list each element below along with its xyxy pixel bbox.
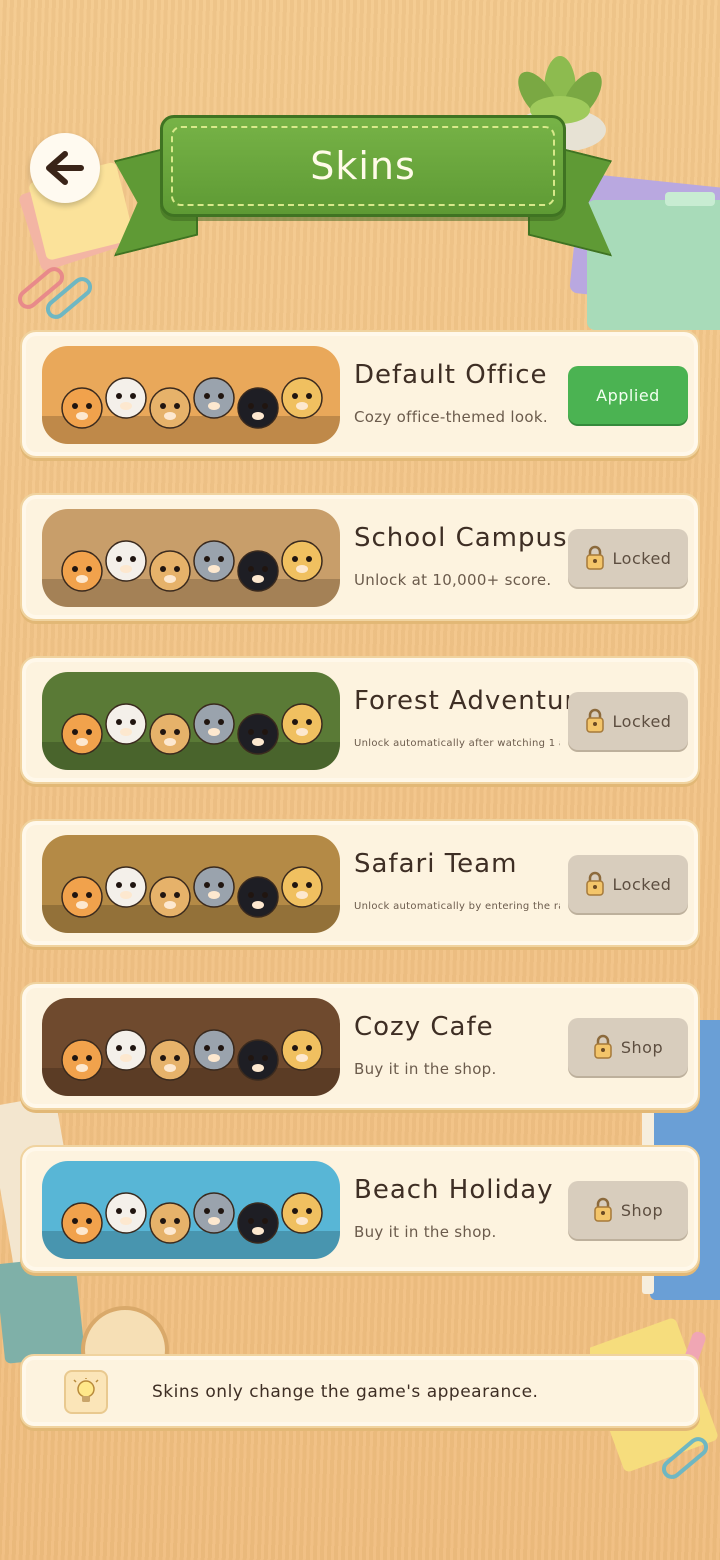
skin-title: Cozy Cafe	[354, 1012, 494, 1042]
tip-text: Skins only change the game's appearance.	[152, 1382, 539, 1402]
coin-decoration	[81, 1306, 169, 1360]
skin-title: Beach Holiday	[354, 1175, 554, 1205]
lock-icon	[594, 1197, 612, 1222]
skin-card[interactable]: Beach Holiday Buy it in the shop. Shop	[20, 1145, 700, 1273]
title-banner: Skins	[160, 115, 566, 217]
skin-thumbnail	[42, 509, 340, 607]
skin-description: Unlock automatically by entering the ran…	[354, 901, 560, 912]
locked-button[interactable]: Locked	[568, 692, 688, 750]
page-title: Skins	[310, 144, 416, 188]
skin-description: Buy it in the shop.	[354, 1223, 497, 1241]
skin-description: Unlock automatically after watching 1 ad…	[354, 738, 560, 749]
skin-thumbnail	[42, 346, 340, 444]
skin-description: Buy it in the shop.	[354, 1060, 497, 1078]
locked-button[interactable]: Locked	[568, 855, 688, 913]
lightbulb-icon	[64, 1370, 108, 1414]
shop-button[interactable]: Shop	[568, 1018, 688, 1076]
skin-title: Safari Team	[354, 849, 518, 879]
skin-thumbnail	[42, 1161, 340, 1259]
applied-button[interactable]: Applied	[568, 366, 688, 424]
action-label: Shop	[620, 1037, 664, 1057]
paperclip-decoration	[17, 267, 93, 319]
skin-description: Unlock at 10,000+ score.	[354, 571, 552, 589]
skin-title: School Campus	[354, 523, 568, 553]
skin-card[interactable]: Forest Adventure Unlock automatically aft…	[20, 656, 700, 784]
lock-icon	[585, 545, 604, 570]
skin-thumbnail	[42, 998, 340, 1096]
lock-icon	[594, 1034, 612, 1059]
skin-card[interactable]: School Campus Unlock at 10,000+ score. Loc…	[20, 493, 700, 621]
skin-card[interactable]: Safari Team Unlock automatically by enter…	[20, 819, 700, 947]
action-label: Locked	[612, 548, 672, 568]
arrow-left-icon	[46, 151, 84, 185]
back-button[interactable]	[30, 133, 100, 203]
info-tip: Skins only change the game's appearance.	[20, 1354, 700, 1428]
skin-card[interactable]: Default Office Cozy office-themed look. Ap…	[20, 330, 700, 458]
skin-thumbnail	[42, 835, 340, 933]
skin-thumbnail	[42, 672, 340, 770]
lock-icon	[585, 871, 604, 896]
action-label: Locked	[612, 874, 672, 894]
locked-button[interactable]: Locked	[568, 529, 688, 587]
action-label: Applied	[596, 385, 660, 405]
shop-button[interactable]: Shop	[568, 1181, 688, 1239]
action-label: Locked	[612, 711, 672, 731]
skin-title: Forest Adventure	[354, 686, 593, 716]
action-label: Shop	[620, 1200, 664, 1220]
lock-icon	[585, 708, 604, 733]
skin-card[interactable]: Cozy Cafe Buy it in the shop. Shop	[20, 982, 700, 1110]
skin-title: Default Office	[354, 360, 548, 390]
skin-description: Cozy office-themed look.	[354, 408, 548, 426]
